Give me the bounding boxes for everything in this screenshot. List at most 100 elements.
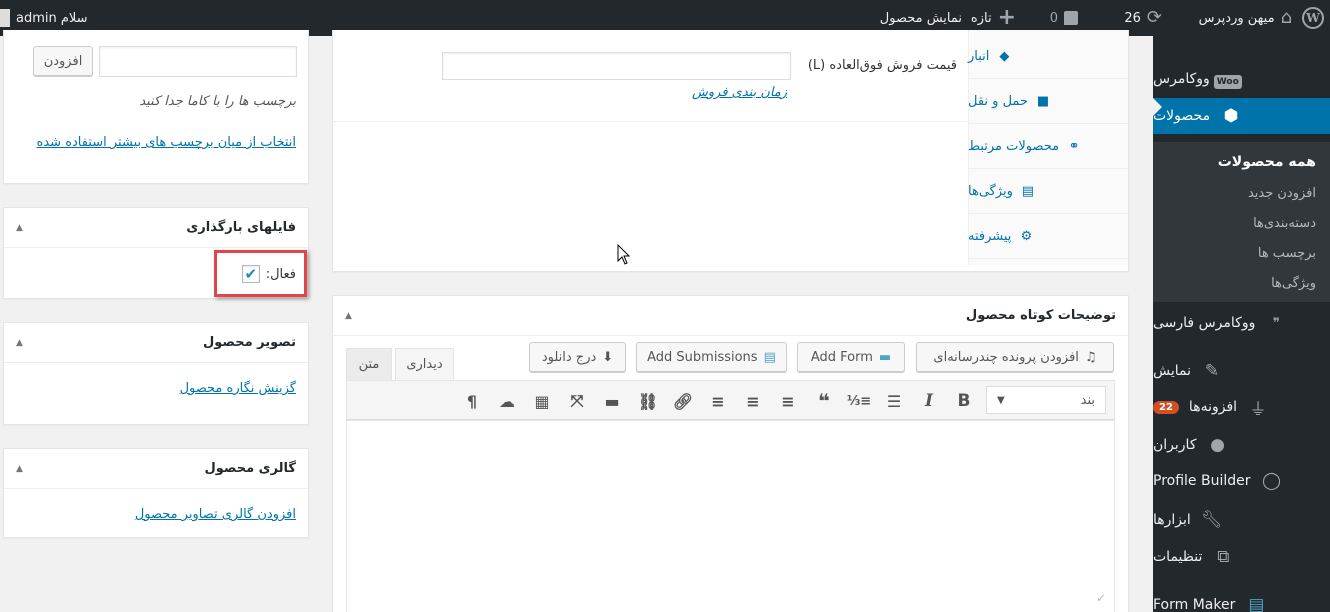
tab-attributes[interactable]: ویژگی‌ها ▤ bbox=[968, 169, 1128, 214]
short-description-editor[interactable]: ✓ bbox=[346, 420, 1115, 612]
bold-button[interactable]: B bbox=[951, 388, 977, 414]
submenu-tags[interactable]: برچسب ها bbox=[1258, 246, 1316, 261]
numbered-list-icon: ⅓≡ bbox=[846, 393, 872, 409]
menu-item-woocommerce[interactable]: ووکامرس Woo bbox=[1153, 64, 1330, 94]
numbered-list-button[interactable]: ⅓≡ bbox=[846, 388, 872, 414]
read-more-button[interactable]: ▬ bbox=[599, 388, 625, 414]
menu-item-settings[interactable]: تنظیمات ⧉ bbox=[1153, 542, 1330, 572]
greeting: سلام admin bbox=[16, 10, 88, 26]
tag-input[interactable] bbox=[99, 46, 297, 77]
updates-link[interactable]: ⟳ 26 bbox=[1124, 0, 1162, 36]
menu-item-profile-builder[interactable]: Profile Builder ◯ bbox=[1153, 466, 1330, 496]
bulleted-list-button[interactable]: ☰ bbox=[881, 388, 907, 414]
tab-linked-products[interactable]: محصولات مرتبط ⚭ bbox=[968, 124, 1128, 169]
site-name: میهن وردپرس bbox=[1198, 10, 1275, 26]
tab-inventory[interactable]: انبار ◆ bbox=[968, 34, 1128, 79]
product-image-header[interactable]: تصویر محصول ▲ bbox=[4, 323, 308, 363]
menu-item-users[interactable]: کاربران ● bbox=[1153, 430, 1330, 460]
menu-item-form-maker[interactable]: Form Maker ▤ bbox=[1153, 590, 1330, 612]
short-description-header[interactable]: توضیحات کوتاه محصول ▲ bbox=[333, 296, 1128, 336]
submenu-add-new[interactable]: افزودن جدید bbox=[1248, 186, 1316, 201]
align-center-icon: ≡ bbox=[746, 391, 760, 411]
sale-price-label: قیمت فروش فوق‌العاده (L) bbox=[807, 58, 957, 73]
products-submenu: همه محصولات افزودن جدید دسته‌بندی‌ها برچ… bbox=[1153, 142, 1330, 302]
link-icon: ⚭ bbox=[1068, 138, 1080, 154]
form-icon: ▬ bbox=[878, 349, 892, 365]
menu-item-tools[interactable]: ابزارها 🔧︎ bbox=[1153, 505, 1330, 535]
product-gallery-box: گالری محصول ▲ افزودن گالری تصاویر محصول bbox=[3, 448, 309, 538]
inventory-icon: ◆ bbox=[999, 48, 1010, 64]
remove-link-button[interactable]: ⛓ bbox=[635, 388, 661, 414]
paragraph-rtl-icon: ¶ bbox=[466, 391, 478, 411]
submenu-all-products[interactable]: همه محصولات bbox=[1218, 154, 1316, 170]
home-icon: ⌂ bbox=[1280, 7, 1292, 28]
admin-menu: ووکامرس Woo محصولات ⬢ همه محصولات افزودن… bbox=[1153, 36, 1330, 612]
add-tag-button[interactable]: افزودن bbox=[33, 46, 93, 76]
gallery-header[interactable]: گالری محصول ▲ bbox=[4, 449, 308, 489]
active-indicator bbox=[1153, 98, 1162, 116]
highlight-annotation bbox=[214, 250, 307, 297]
chevron-down-icon: ▼ bbox=[997, 394, 1005, 406]
wp-logo-menu[interactable]: W bbox=[1302, 0, 1324, 36]
fullscreen-button[interactable]: ⤧ bbox=[564, 388, 590, 414]
tab-shipping[interactable]: حمل و نقل ■ bbox=[968, 79, 1128, 124]
product-image-box: تصویر محصول ▲ گزینش نگاره محصول bbox=[3, 322, 309, 425]
add-submissions-button[interactable]: Add Submissions ▤ bbox=[636, 342, 787, 372]
submenu-attributes[interactable]: ویژگی‌ها bbox=[1271, 276, 1316, 291]
site-name-link[interactable]: ⌂ میهن وردپرس bbox=[1199, 0, 1292, 36]
format-select[interactable]: بند ▼ bbox=[986, 386, 1106, 414]
product-box-icon: ⬢ bbox=[1223, 106, 1239, 126]
toolbar-toggle-button[interactable]: ▦ bbox=[529, 388, 555, 414]
add-form-button[interactable]: Add Form ▬ bbox=[797, 342, 905, 372]
fullscreen-icon: ⤧ bbox=[570, 391, 584, 410]
tab-advanced[interactable]: پیشرفته ⚙ bbox=[968, 214, 1128, 259]
choose-tags-link[interactable]: انتخاب از میان برچسب های بیشتر استفاده ش… bbox=[36, 134, 296, 152]
product-data-box: قیمت فروش فوق‌العاده (L) زمان بندی فروش … bbox=[332, 30, 1129, 272]
tab-text[interactable]: متن bbox=[346, 348, 392, 380]
new-label: تازه bbox=[970, 10, 992, 26]
tab-visual[interactable]: دیداری bbox=[395, 348, 454, 380]
downloads-box-header[interactable]: فایلهای بارگذاری ▲ bbox=[4, 208, 308, 248]
insert-link-button[interactable]: 🔗︎ bbox=[670, 388, 696, 414]
paragraph-rtl-button[interactable]: ¶ bbox=[459, 388, 485, 414]
short-description-title: توضیحات کوتاه محصول bbox=[965, 308, 1116, 323]
align-right-button[interactable]: ≡ bbox=[705, 388, 731, 414]
updates-count: 26 bbox=[1124, 10, 1141, 26]
quote-icon: ❞ bbox=[1272, 315, 1280, 331]
submenu-categories[interactable]: دسته‌بندی‌ها bbox=[1253, 216, 1316, 231]
align-center-button[interactable]: ≡ bbox=[740, 388, 766, 414]
add-gallery-images-link[interactable]: افزودن گالری تصاویر محصول bbox=[135, 507, 296, 522]
woo-icon: Woo bbox=[1213, 69, 1242, 89]
add-media-button[interactable]: ♫ افزودن پرونده چندرسانه‌ای bbox=[916, 342, 1114, 372]
cloud-button[interactable]: ☁ bbox=[494, 388, 520, 414]
plugins-update-badge: 22 bbox=[1153, 400, 1179, 414]
collapse-arrow-icon[interactable]: ▲ bbox=[16, 464, 23, 474]
menu-item-plugins[interactable]: 22 افزونه‌ها ⏚ bbox=[1153, 392, 1330, 422]
wrench-icon: 🔧︎ bbox=[1201, 510, 1223, 530]
comment-icon bbox=[1064, 11, 1078, 25]
avatar bbox=[0, 9, 10, 27]
schedule-sale-link[interactable]: زمان بندی فروش bbox=[692, 85, 787, 100]
set-product-image-link[interactable]: گزینش نگاره محصول bbox=[180, 381, 296, 396]
blockquote-button[interactable]: ❝ bbox=[811, 388, 837, 414]
downloads-box-title: فایلهای بارگذاری bbox=[186, 220, 296, 235]
view-product-label: نمایش محصول bbox=[879, 10, 962, 26]
sale-price-input[interactable] bbox=[442, 52, 791, 80]
tags-box: افزودن برچسب ها را با کاما جدا کنید انتخ… bbox=[3, 30, 309, 184]
collapse-arrow-icon[interactable]: ▲ bbox=[16, 223, 23, 233]
read-more-icon: ▬ bbox=[604, 391, 620, 411]
italic-button[interactable]: I bbox=[916, 388, 942, 414]
form-icon: ▤ bbox=[1248, 595, 1265, 612]
refresh-icon: ⟳ bbox=[1146, 7, 1162, 28]
align-left-button[interactable]: ≡ bbox=[775, 388, 801, 414]
attributes-icon: ▤ bbox=[1021, 183, 1035, 199]
menu-item-products[interactable]: محصولات ⬢ bbox=[1153, 98, 1330, 134]
unlink-icon: ⛓ bbox=[637, 391, 659, 411]
menu-item-appearance[interactable]: نمایش ✎ bbox=[1153, 356, 1330, 386]
insert-download-button[interactable]: ⬇ درج دانلود bbox=[529, 342, 626, 372]
collapse-arrow-icon[interactable]: ▲ bbox=[345, 311, 352, 321]
add-media-icon: ♫ bbox=[1084, 349, 1097, 365]
collapse-arrow-icon[interactable]: ▲ bbox=[16, 338, 23, 348]
menu-item-woocommerce-persian[interactable]: ووکامرس فارسی ❞ bbox=[1153, 308, 1330, 338]
pricing-section: قیمت فروش فوق‌العاده (L) زمان بندی فروش bbox=[333, 30, 969, 122]
